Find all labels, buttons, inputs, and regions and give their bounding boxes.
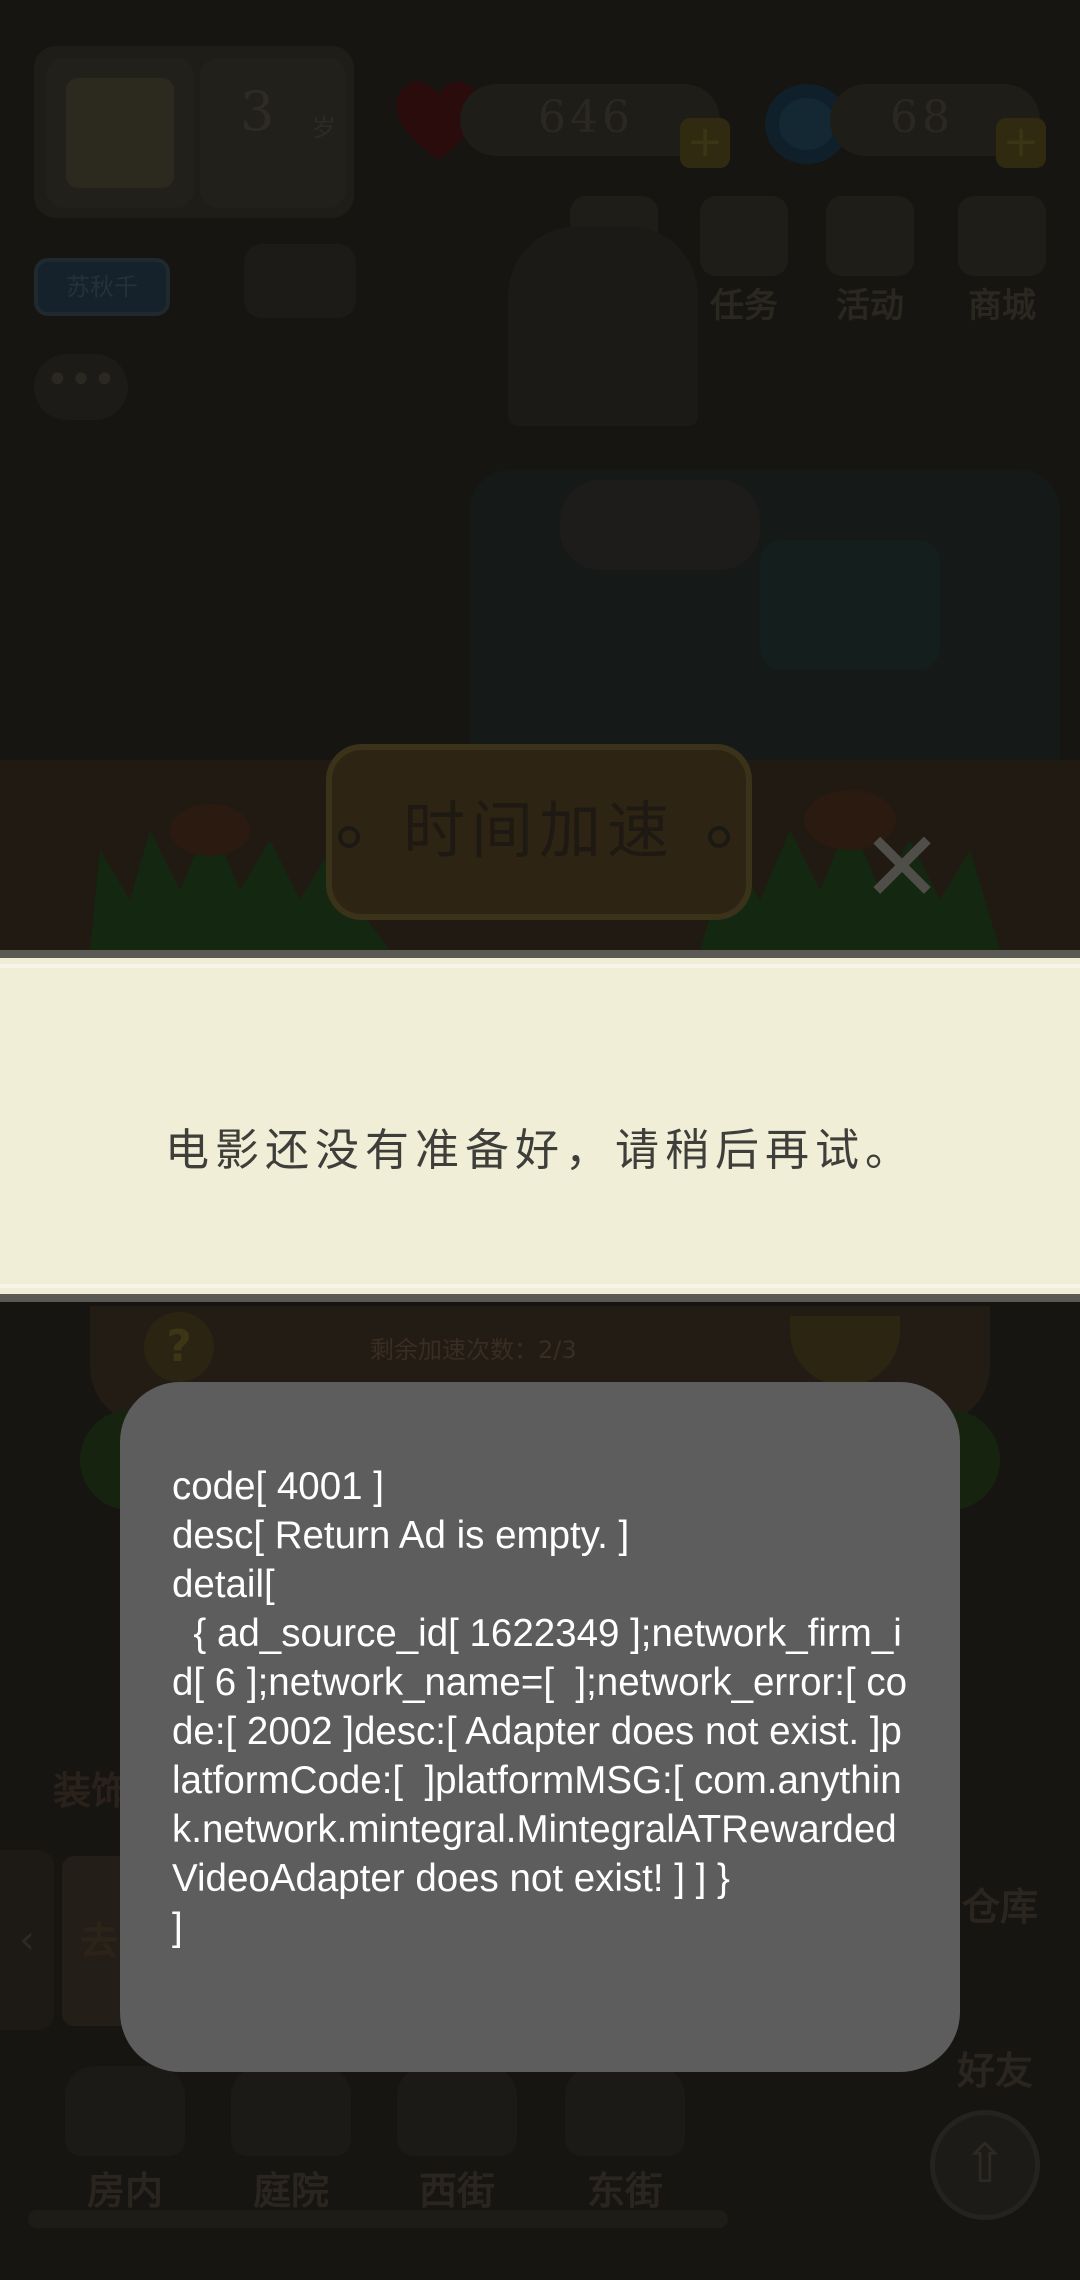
west-street-icon <box>397 2066 517 2156</box>
left-arrow-icon[interactable]: ‹ <box>0 1850 54 2030</box>
room-icon <box>65 2066 185 2156</box>
close-icon[interactable]: ✕ <box>852 818 952 918</box>
shop-item-label: 商城 <box>968 286 1036 326</box>
up-arrow-icon[interactable]: ⇧ <box>930 2110 1040 2220</box>
hearts-value: 646 <box>538 92 634 143</box>
age-unit: 岁 <box>312 114 336 142</box>
error-toast: code[ 4001 ] desc[ Return Ad is empty. ]… <box>120 1382 960 2072</box>
camera-icon[interactable] <box>244 244 356 318</box>
tab-label: 庭院 <box>252 2169 329 2213</box>
popup-title: 时间加速 <box>402 794 675 867</box>
tab-room[interactable]: 房内 <box>60 2066 190 2215</box>
room-window <box>508 226 698 426</box>
clipboard-icon <box>700 196 788 276</box>
avatar[interactable] <box>66 78 174 188</box>
help-icon[interactable]: ? <box>144 1312 214 1382</box>
error-toast-text: code[ 4001 ] desc[ Return Ad is empty. ]… <box>172 1465 908 1949</box>
add-gems-button[interactable]: + <box>996 118 1046 168</box>
east-street-icon <box>565 2066 685 2156</box>
message-text: 电影还没有准备好，请稍后再试。 <box>165 1125 915 1176</box>
tab-label: 东街 <box>586 2169 663 2213</box>
age-number: 3 <box>240 80 275 143</box>
shop-item-tasks[interactable]: 任务 <box>694 196 794 327</box>
message-banner: 电影还没有准备好，请稍后再试。 <box>0 950 1080 1302</box>
folded-blanket <box>760 540 940 670</box>
shop-item-label: 任务 <box>710 286 778 326</box>
decor-label: 装饰 <box>52 1769 129 1813</box>
remaining-accelerations: 剩余加速次数：2/3 <box>370 1336 577 1364</box>
pillow <box>560 480 760 570</box>
tab-west-street[interactable]: 西街 <box>392 2066 522 2215</box>
shop-icon <box>958 196 1046 276</box>
shop-item-events[interactable]: 活动 <box>820 196 920 327</box>
balloon-icon <box>826 196 914 276</box>
gems-value: 68 <box>890 92 954 143</box>
add-hearts-button[interactable]: + <box>680 118 730 168</box>
tab-label: 西街 <box>418 2169 495 2213</box>
go-label: 去 <box>80 1919 119 1963</box>
shop-item-label: 活动 <box>836 286 904 326</box>
name-tag-button[interactable]: 苏秋千 <box>34 258 170 316</box>
tab-yard[interactable]: 庭院 <box>226 2066 356 2215</box>
chat-icon[interactable]: ••• <box>34 354 128 420</box>
yard-icon <box>231 2066 351 2156</box>
tab-east-street[interactable]: 东街 <box>560 2066 690 2215</box>
shop-item-store[interactable]: 商城 <box>952 196 1052 327</box>
tab-label: 房内 <box>86 2169 163 2213</box>
